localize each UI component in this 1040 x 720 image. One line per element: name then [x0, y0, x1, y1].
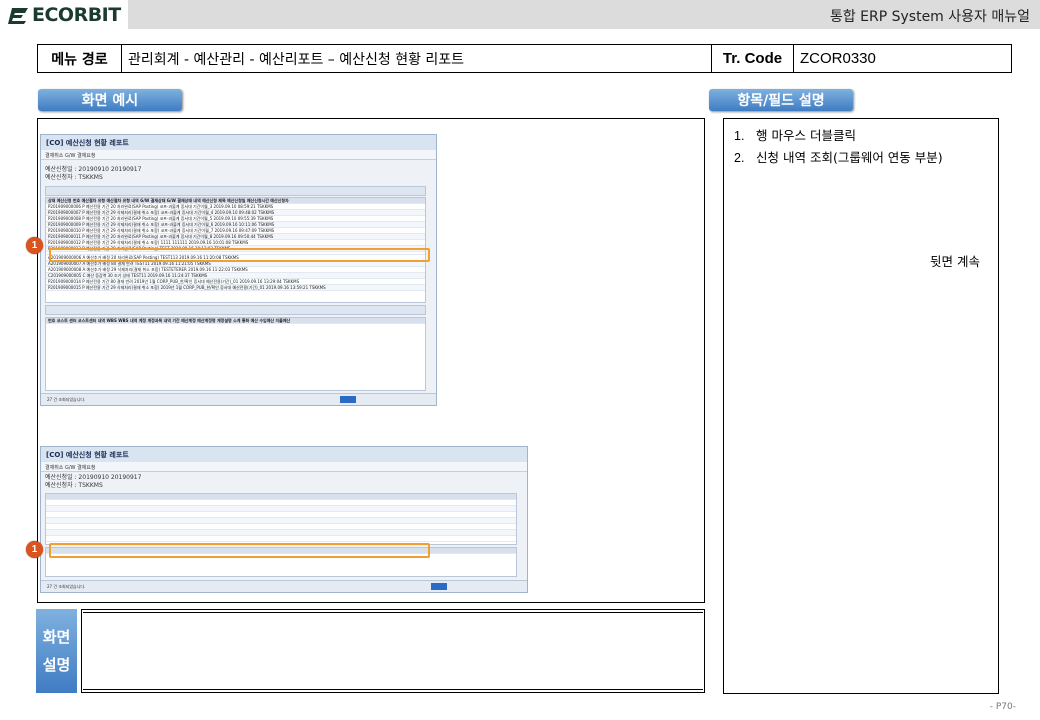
table-row[interactable]: P201909000015 P 예산전용 기간 29 삭제처리(결재 취소 포함… [46, 285, 425, 291]
list-item: 1. 행 마우스 더블클릭 [734, 125, 943, 147]
item-text: 행 마우스 더블클릭 [756, 128, 856, 143]
sap-toolbar: 결재취소 G/W 결재요청 [41, 150, 436, 160]
tr-code-value: ZCOR0330 [800, 50, 876, 67]
screen-description-label: 화면 설명 [36, 609, 77, 693]
sap-detail-grid: 번호 코스트 센터 코스트센터 내역 WBS WBS 내역 계정 계정과목 내역… [45, 317, 426, 391]
sap-logo-icon [431, 583, 447, 590]
tr-code-label: Tr. Code [712, 45, 794, 72]
callout-marker-1b: 1 [26, 541, 43, 558]
screen-description-content [83, 612, 703, 690]
sap-meta-user: 예산신청자 : TSKKMS [45, 482, 103, 489]
screen-description-box [81, 609, 705, 693]
screen-example-header: 화면 예시 [38, 89, 182, 111]
sap-grid-toolbar [45, 186, 426, 196]
field-description-box: 1. 행 마우스 더블클릭 2. 신청 내역 조회(그룹웨어 연동 부분) 뒷면 계… [723, 118, 999, 694]
sap-screenshot-1: [CO] 예산신청 현황 레포트 결재취소 G/W 결재요청 예산신청일 : 2… [40, 134, 437, 406]
screen-description-label-line2: 설명 [42, 656, 71, 674]
sap-status-bar: 27 건 조회되었습니다. [41, 580, 527, 592]
sap-toolbar: 결재취소 G/W 결재요청 [41, 462, 527, 472]
item-number: 1. [734, 129, 745, 143]
row-highlight-box [49, 248, 430, 262]
menu-path-table: 메뉴 경로 관리회계 - 예산관리 - 예산리포트 – 예산신청 현황 리포트 … [37, 44, 1012, 73]
sap-logo-icon [340, 396, 356, 403]
list-item: 2. 신청 내역 조회(그룹웨어 연동 부분) [734, 147, 943, 169]
field-description-header: 항목/필드 설명 [709, 89, 853, 111]
item-number: 2. [734, 151, 745, 165]
sap-report-title: [CO] 예산신청 현황 레포트 [41, 447, 527, 462]
detail-header-row: 번호 코스트 센터 코스트센터 내역 WBS WBS 내역 계정 계정과목 내역… [46, 318, 425, 324]
sap-meta-date: 예산신청일 : 20190910 20190917 [45, 166, 142, 173]
sap-screenshot-2: [CO] 예산신청 현황 레포트 결재취소 G/W 결재요청 예산신청일 : 2… [40, 446, 528, 593]
continued-note: 뒷면 계속 [930, 254, 980, 269]
menu-path-value: 관리회계 - 예산관리 - 예산리포트 – 예산신청 현황 리포트 [122, 45, 712, 72]
sap-status-bar: 27 건 조회되었습니다. [41, 393, 436, 405]
callout-marker-1: 1 [26, 237, 43, 254]
table-row[interactable] [46, 536, 516, 542]
sap-meta-user: 예산신청자 : TSKKMS [45, 174, 103, 181]
top-banner: ECORBIT 통합 ERP System 사용자 매뉴얼 [0, 0, 1040, 29]
sap-detail-toolbar [45, 305, 426, 315]
item-text: 신청 내역 조회(그룹웨어 연동 부분) [756, 150, 943, 165]
sap-report-title: [CO] 예산신청 현황 레포트 [41, 135, 436, 150]
logo-text: ECORBIT [32, 4, 121, 26]
company-logo: ECORBIT [0, 0, 128, 29]
sap-result-grid-blurred [45, 493, 517, 545]
menu-path-label: 메뉴 경로 [38, 45, 122, 72]
page-number: - P70- [989, 702, 1016, 712]
ecorbit-logo-icon [8, 8, 28, 24]
manual-title: 통합 ERP System 사용자 매뉴얼 [829, 9, 1030, 25]
detail-highlight-box [49, 543, 430, 558]
field-list: 1. 행 마우스 더블클릭 2. 신청 내역 조회(그룹웨어 연동 부분) [734, 125, 943, 169]
sap-meta-date: 예산신청일 : 20190910 20190917 [45, 474, 142, 481]
screen-description-label-line1: 화면 [42, 628, 71, 646]
